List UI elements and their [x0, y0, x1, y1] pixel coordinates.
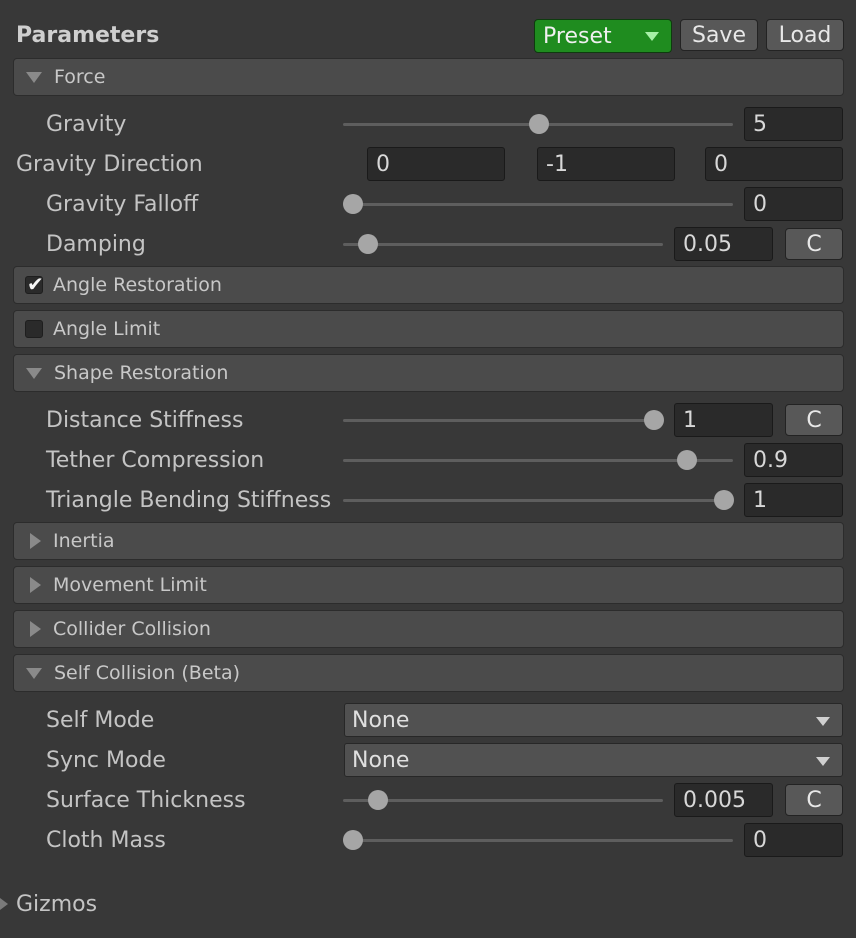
- angle-restoration-checkbox[interactable]: [25, 272, 44, 296]
- foldout-collapsed-icon[interactable]: [0, 898, 8, 910]
- section-collider-collision-label: Collider Collision: [53, 618, 211, 640]
- triangle-bending-slider-track[interactable]: [343, 499, 733, 502]
- self-mode-dropdown[interactable]: None: [344, 703, 843, 737]
- section-angle-limit[interactable]: Angle Limit: [13, 310, 844, 348]
- damping-curve-button[interactable]: C: [785, 228, 843, 260]
- section-inertia[interactable]: Inertia: [13, 522, 844, 560]
- section-force-label: Force: [54, 66, 106, 88]
- gravity-falloff-field[interactable]: 0: [744, 187, 843, 221]
- section-force[interactable]: Force: [13, 58, 844, 96]
- tether-compression-field[interactable]: 0.9: [744, 443, 843, 477]
- load-button[interactable]: Load: [766, 19, 844, 51]
- parameters-title: Parameters: [16, 23, 160, 48]
- save-button[interactable]: Save: [680, 19, 758, 51]
- section-self-collision-label: Self Collision (Beta): [54, 662, 241, 684]
- surface-thickness-curve-button[interactable]: C: [785, 784, 843, 816]
- section-angle-restoration-label: Angle Restoration: [53, 274, 222, 296]
- sync-mode-value: None: [352, 747, 410, 773]
- damping-field[interactable]: 0.05: [674, 227, 773, 261]
- surface-thickness-label: Surface Thickness: [46, 788, 246, 813]
- distance-stiffness-curve-button[interactable]: C: [785, 404, 843, 436]
- gravity-label: Gravity: [46, 112, 127, 137]
- damping-slider-track[interactable]: [343, 243, 663, 246]
- preset-dropdown[interactable]: Preset: [534, 19, 672, 53]
- gravity-direction-z-field[interactable]: 0: [705, 147, 843, 181]
- distance-stiffness-field[interactable]: 1: [674, 403, 773, 437]
- damping-label: Damping: [46, 232, 146, 257]
- tether-compression-slider-track[interactable]: [343, 459, 733, 462]
- preset-label: Preset: [543, 23, 612, 49]
- gravity-direction-x-field[interactable]: 0: [367, 147, 505, 181]
- section-inertia-label: Inertia: [53, 530, 115, 552]
- chevron-down-icon: [816, 757, 830, 766]
- gravity-falloff-slider-track[interactable]: [343, 203, 733, 206]
- surface-thickness-slider-thumb[interactable]: [368, 790, 388, 810]
- section-self-collision[interactable]: Self Collision (Beta): [13, 654, 844, 692]
- section-collider-collision[interactable]: Collider Collision: [13, 610, 844, 648]
- gravity-falloff-slider-thumb[interactable]: [343, 194, 363, 214]
- distance-stiffness-label: Distance Stiffness: [46, 408, 244, 433]
- surface-thickness-field[interactable]: 0.005: [674, 783, 773, 817]
- cloth-mass-field[interactable]: 0: [744, 823, 843, 857]
- section-shape-restoration[interactable]: Shape Restoration: [13, 354, 844, 392]
- triangle-bending-field[interactable]: 1: [744, 483, 843, 517]
- cloth-mass-slider-track[interactable]: [343, 839, 733, 842]
- section-angle-restoration[interactable]: Angle Restoration: [13, 266, 844, 304]
- self-mode-label: Self Mode: [46, 708, 155, 733]
- triangle-bending-label: Triangle Bending Stiffness: [46, 488, 332, 513]
- section-angle-limit-label: Angle Limit: [53, 318, 161, 340]
- foldout-collapsed-icon: [30, 533, 41, 549]
- foldout-expanded-icon: [26, 71, 42, 83]
- tether-compression-label: Tether Compression: [46, 448, 265, 473]
- chevron-down-icon: [816, 717, 830, 726]
- section-movement-limit-label: Movement Limit: [53, 574, 207, 596]
- tether-compression-slider-thumb[interactable]: [677, 450, 697, 470]
- gravity-field[interactable]: 5: [744, 107, 843, 141]
- cloth-mass-slider-thumb[interactable]: [343, 830, 363, 850]
- gravity-direction-y-field[interactable]: -1: [537, 147, 675, 181]
- self-mode-value: None: [352, 707, 410, 733]
- foldout-expanded-icon: [26, 667, 42, 679]
- cloth-mass-label: Cloth Mass: [46, 828, 166, 853]
- angle-limit-checkbox[interactable]: [25, 320, 43, 338]
- gizmos-foldout[interactable]: Gizmos: [16, 891, 97, 919]
- gravity-slider-thumb[interactable]: [529, 114, 549, 134]
- gravity-direction-label: Gravity Direction: [16, 152, 203, 177]
- sync-mode-label: Sync Mode: [46, 748, 166, 773]
- foldout-collapsed-icon: [30, 577, 41, 593]
- sync-mode-dropdown[interactable]: None: [344, 743, 843, 777]
- section-shape-restoration-label: Shape Restoration: [54, 362, 229, 384]
- distance-stiffness-slider-thumb[interactable]: [644, 410, 664, 430]
- foldout-expanded-icon: [26, 367, 42, 379]
- foldout-collapsed-icon: [30, 621, 41, 637]
- surface-thickness-slider-track[interactable]: [343, 799, 663, 802]
- damping-slider-thumb[interactable]: [358, 234, 378, 254]
- chevron-down-icon: [645, 32, 659, 41]
- gravity-falloff-label: Gravity Falloff: [46, 192, 199, 217]
- triangle-bending-slider-thumb[interactable]: [714, 490, 734, 510]
- section-movement-limit[interactable]: Movement Limit: [13, 566, 844, 604]
- distance-stiffness-slider-track[interactable]: [343, 419, 663, 422]
